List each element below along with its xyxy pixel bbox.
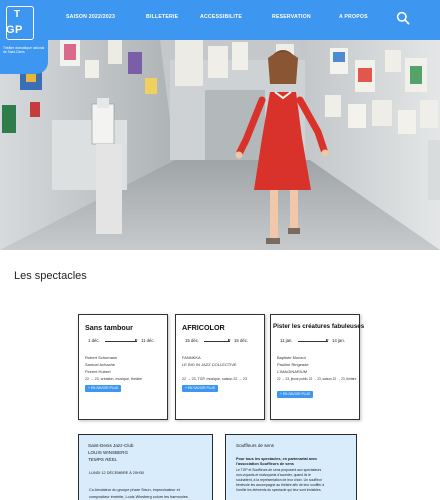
show-artist: Florent Hubert: [85, 369, 111, 374]
show-tags: 22 → 23, jeune public 22 → 23, saison 22…: [277, 377, 357, 381]
event-description-line: compositeur émérite, Louis Winsberg colo…: [89, 495, 188, 499]
nav-saison[interactable]: SAISON 2022/2023: [66, 14, 115, 20]
info-body-line: bénévole les accompagne au théâtre afin …: [236, 483, 325, 487]
arrow-right-icon: [105, 339, 138, 342]
more-info-button[interactable]: + EN SAVOIR PLUS: [277, 391, 314, 398]
nav-billeterie[interactable]: BILLETERIE: [146, 14, 178, 20]
logo-letter-t: T: [14, 9, 21, 20]
info-body-line: souhaitent, à la représentation de leur …: [236, 478, 322, 482]
hero-photo-illustration: [0, 40, 440, 250]
show-title: Sans tambour: [85, 323, 133, 332]
show-card-pister-les-creatures[interactable]: Pister les créatures fabuleuses 11 jan. …: [270, 314, 364, 420]
info-highlight-line: Pour tous les spectacles, en partenariat…: [236, 457, 318, 461]
show-end-date: 14 jan.: [332, 338, 345, 343]
event-subtitle: TEMPS RÉEL: [88, 457, 118, 462]
show-title: Pister les créatures fabuleuses: [273, 323, 365, 330]
more-info-button[interactable]: + EN SAVOIR PLUS: [85, 385, 122, 392]
show-artist: Pauline Ringeade: [277, 362, 309, 367]
search-icon[interactable]: [396, 11, 410, 25]
show-artist: FANNKKA: [182, 355, 201, 360]
show-artist: Baptiste Morizot: [277, 355, 306, 360]
info-body-line: Le TGP et Souffleurs de sens proposent a…: [236, 468, 322, 472]
main-navigation: SAISON 2022/2023 BILLETERIE ACCESSIBILIT…: [0, 14, 440, 26]
show-end-date: 11 déc.: [141, 338, 155, 343]
show-start-date: 15 déc.: [185, 338, 200, 343]
site-logo[interactable]: T GP Théâtre dramatique national de Sain…: [0, 0, 48, 74]
show-artist: Samuel Achache: [85, 362, 116, 367]
top-navbar: SAISON 2022/2023 BILLETERIE ACCESSIBILIT…: [0, 0, 440, 40]
info-highlight-line: l'association Souffleurs de sens: [236, 462, 294, 466]
show-end-date: 15 déc.: [234, 338, 249, 343]
show-start-date: 1 déc.: [88, 338, 100, 343]
souffleurs-de-sens-info-box: Souffleurs de sens Pour tous les spectac…: [225, 434, 357, 500]
show-card-sans-tambour[interactable]: Sans tambour 1 déc. 11 déc. Robert Schum…: [78, 314, 168, 420]
show-title: AFRICOLOR: [182, 323, 225, 332]
arrow-right-icon: [204, 339, 231, 342]
arrow-right-icon: [298, 339, 329, 342]
nav-reservation[interactable]: RESERVATION: [272, 14, 311, 20]
hero-image: [0, 40, 440, 250]
info-title: Souffleurs de sens: [236, 443, 274, 448]
show-artist: LE BIG IN JAZZ COLLECTIVE: [182, 362, 237, 367]
nav-accessibilite[interactable]: ACCESSIBILITE: [200, 14, 242, 20]
section-title-spectacles: Les spectacles: [14, 270, 87, 282]
nav-a-propos[interactable]: A PROPOS: [339, 14, 368, 20]
show-artist: L'IMAGINARIUM: [277, 369, 308, 374]
event-date: LUNDI 12 DÉCEMBRE À 20H30: [89, 471, 145, 475]
artist-name: LOUIS WINSBERG: [88, 450, 129, 455]
more-info-button[interactable]: + EN SAVOIR PLUS: [182, 385, 219, 392]
show-tags: 22 → 23, TGP, musique, saison 22 → 23: [182, 377, 247, 381]
show-card-africolor[interactable]: AFRICOLOR 15 déc. 15 déc. FANNKKA LE BIG…: [175, 314, 265, 420]
logo-caption: Théâtre dramatique national de Saint-Den…: [3, 46, 45, 54]
show-tags: 22 → 23, création, musique, théâtre: [85, 377, 143, 381]
info-body-line: l'oreille les éléments du spectacle qui …: [236, 488, 322, 492]
show-start-date: 11 jan.: [280, 338, 293, 343]
event-description-line: Co-fondateur du groupe phare Sixun, impr…: [89, 488, 180, 492]
info-body-line: non-voyants et malvoyants d'accéder, qua…: [236, 473, 311, 477]
logo-letters-gp: GP: [6, 24, 23, 36]
show-artist: Robert Schumann: [85, 355, 118, 360]
jazz-club-info-box: Saint-Denis Jazz-Club LOUIS WINSBERG TEM…: [78, 434, 213, 500]
venue-name: Saint-Denis Jazz-Club: [88, 443, 134, 448]
